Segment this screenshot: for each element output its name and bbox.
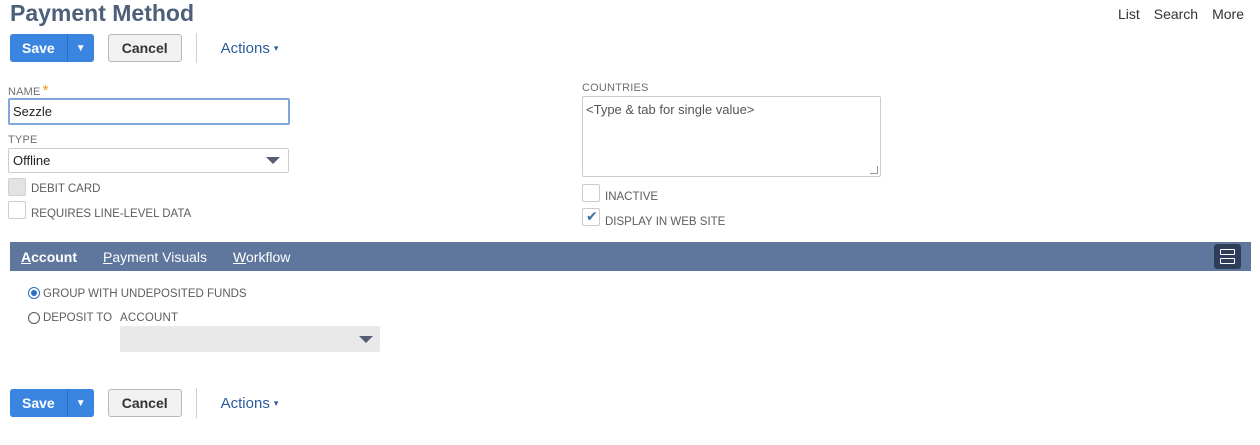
actions-label: Actions (220, 39, 270, 57)
resize-grip-icon[interactable] (870, 166, 878, 174)
tab-payment-visuals-rest: ayment Visuals (112, 248, 208, 265)
save-options-chevron-icon[interactable]: ▼ (67, 34, 94, 62)
deposit-to-label: DEPOSIT TO (43, 312, 113, 324)
dropdown-arrow-icon (359, 336, 373, 343)
caret-down-icon: ▾ (273, 397, 279, 408)
tab-account-rest: ccount (31, 248, 78, 265)
countries-placeholder: <Type & tab for single value> (586, 102, 755, 117)
toggle-layout-icon[interactable] (1214, 244, 1241, 269)
type-label: TYPE (8, 134, 38, 146)
tab-payment-visuals[interactable]: Payment Visuals (103, 249, 207, 265)
save-button-group: Save ▼ (10, 389, 94, 417)
required-asterisk: * (42, 82, 49, 99)
toolbar-divider (195, 33, 197, 63)
requires-line-level-data-checkbox[interactable] (8, 201, 26, 219)
list-link[interactable]: List (1118, 6, 1140, 22)
top-toolbar: Save ▼ Cancel Actions ▾ (10, 33, 278, 63)
caret-down-icon: ▾ (273, 42, 279, 53)
subtab-bar: Account Payment Visuals Workflow (10, 242, 1251, 271)
save-button[interactable]: Save (10, 34, 68, 62)
actions-label: Actions (220, 394, 270, 412)
name-label-text: NAME (8, 86, 41, 98)
countries-textarea[interactable]: <Type & tab for single value> (582, 96, 881, 177)
countries-label: COUNTRIES (582, 82, 649, 94)
actions-menu[interactable]: Actions ▾ (221, 40, 279, 57)
name-label: NAME * (8, 82, 49, 99)
tab-workflow-rest: orkflow (246, 248, 291, 265)
tab-account[interactable]: Account (21, 249, 77, 265)
account-field-label: ACCOUNT (120, 312, 179, 324)
inactive-label: INACTIVE (605, 191, 659, 203)
cancel-button[interactable]: Cancel (107, 389, 182, 417)
top-nav-links: List Search More (1118, 6, 1244, 22)
save-button[interactable]: Save (10, 389, 68, 417)
group-with-undeposited-radio[interactable] (28, 287, 40, 299)
name-input[interactable]: Sezzle (8, 98, 290, 125)
deposit-to-radio[interactable] (28, 312, 40, 324)
inactive-checkbox[interactable] (582, 184, 600, 202)
type-select-value: Offline (13, 153, 51, 168)
toolbar-divider (195, 388, 197, 418)
group-with-undeposited-label: GROUP WITH UNDEPOSITED FUNDS (43, 288, 247, 300)
search-link[interactable]: Search (1154, 6, 1198, 22)
dropdown-arrow-icon (266, 157, 280, 164)
type-select[interactable]: Offline (8, 148, 289, 173)
requires-line-level-data-label: REQUIRES LINE-LEVEL DATA (31, 208, 192, 220)
save-options-chevron-icon[interactable]: ▼ (67, 389, 94, 417)
actions-menu[interactable]: Actions ▾ (221, 395, 279, 412)
cancel-button[interactable]: Cancel (107, 34, 182, 62)
more-link[interactable]: More (1212, 6, 1244, 22)
debit-card-checkbox[interactable] (8, 178, 26, 196)
debit-card-label: DEBIT CARD (31, 183, 101, 195)
account-select[interactable] (120, 326, 380, 352)
checkmark-icon: ✔ (586, 208, 598, 224)
display-in-web-site-label: DISPLAY IN WEB SITE (605, 216, 726, 228)
page-title: Payment Method (10, 0, 195, 26)
display-in-web-site-checkbox[interactable]: ✔ (582, 208, 600, 226)
tab-account-accesskey: A (21, 248, 32, 265)
tab-payment-visuals-accesskey: P (103, 248, 113, 265)
tab-workflow-accesskey: W (233, 248, 247, 265)
save-button-group: Save ▼ (10, 34, 94, 62)
bottom-toolbar: Save ▼ Cancel Actions ▾ (10, 388, 278, 418)
tab-workflow[interactable]: Workflow (233, 249, 290, 265)
